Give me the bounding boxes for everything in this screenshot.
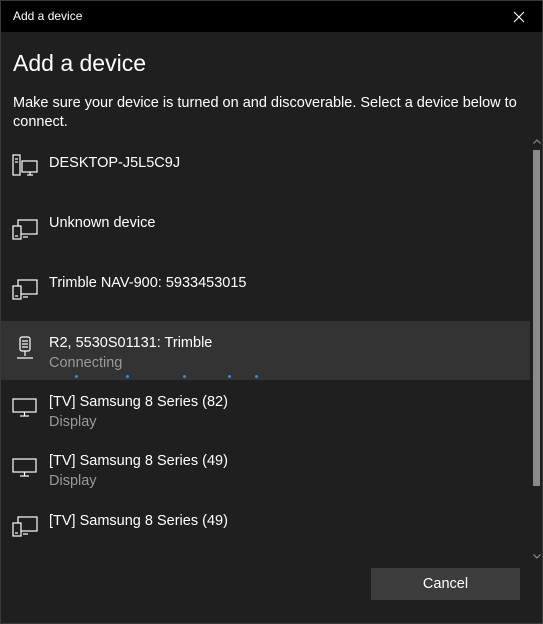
desktop-computer-icon bbox=[12, 154, 38, 176]
scrollbar-thumb[interactable] bbox=[533, 150, 540, 486]
dialog-instructions: Make sure your device is turned on and d… bbox=[13, 95, 517, 130]
progress-dot bbox=[126, 375, 129, 378]
generic-device-icon bbox=[12, 279, 38, 300]
progress-dot bbox=[75, 375, 78, 378]
close-icon bbox=[513, 11, 525, 22]
device-type: Display bbox=[49, 414, 97, 430]
chevron-down-icon bbox=[532, 553, 541, 559]
progress-dot bbox=[228, 375, 231, 378]
receiver-device-icon bbox=[17, 336, 33, 359]
device-item-unknown[interactable]: Unknown device bbox=[1, 192, 530, 251]
device-list-scrollbar[interactable] bbox=[530, 135, 543, 562]
close-button[interactable] bbox=[496, 1, 542, 32]
device-status: Connecting bbox=[49, 355, 123, 371]
generic-device-icon bbox=[12, 219, 38, 240]
device-item-trimble-nav[interactable]: Trimble NAV-900: 5933453015 bbox=[1, 251, 530, 310]
device-name: Unknown device bbox=[49, 215, 156, 231]
device-item-samsung-49-display[interactable]: [TV] Samsung 8 Series (49) Display bbox=[1, 440, 530, 499]
cancel-button[interactable]: Cancel bbox=[371, 568, 520, 600]
device-item-samsung-49[interactable]: [TV] Samsung 8 Series (49) bbox=[1, 500, 530, 559]
scroll-up-button[interactable] bbox=[530, 135, 543, 147]
title-bar: Add a device bbox=[1, 1, 542, 32]
display-monitor-icon bbox=[12, 458, 37, 477]
device-item-r2-trimble[interactable]: R2, 5530S01131: Trimble Connecting bbox=[1, 321, 530, 380]
device-list: DESKTOP-J5L5C9J Unknown device Trimble N… bbox=[1, 132, 530, 562]
progress-dot bbox=[183, 375, 186, 378]
add-device-window: Add a device Add a device Make sure your… bbox=[0, 0, 543, 624]
generic-device-icon bbox=[12, 516, 38, 537]
dialog-heading: Add a device bbox=[13, 50, 146, 76]
device-item-samsung-82[interactable]: [TV] Samsung 8 Series (82) Display bbox=[1, 381, 530, 440]
device-name: DESKTOP-J5L5C9J bbox=[49, 155, 181, 171]
device-name: Trimble NAV-900: 5933453015 bbox=[49, 275, 247, 291]
device-name: [TV] Samsung 8 Series (49) bbox=[49, 453, 228, 469]
scroll-down-button[interactable] bbox=[530, 550, 543, 562]
progress-dot bbox=[255, 375, 258, 378]
device-item-desktop[interactable]: DESKTOP-J5L5C9J bbox=[1, 132, 530, 191]
device-name: [TV] Samsung 8 Series (82) bbox=[49, 394, 228, 410]
device-type: Display bbox=[49, 473, 97, 489]
window-title: Add a device bbox=[13, 9, 83, 23]
device-name: R2, 5530S01131: Trimble bbox=[49, 335, 213, 351]
chevron-up-icon bbox=[532, 138, 541, 144]
display-monitor-icon bbox=[12, 398, 37, 417]
device-name: [TV] Samsung 8 Series (49) bbox=[49, 513, 228, 529]
